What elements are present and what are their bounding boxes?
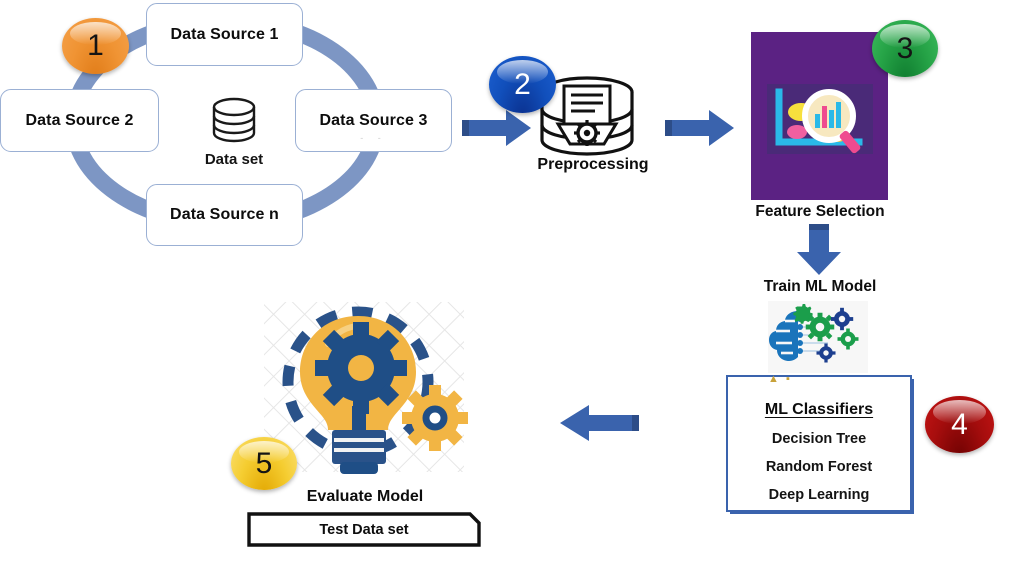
data-source-n-box[interactable]: Data Source n xyxy=(146,184,303,246)
data-source-2-box[interactable]: Data Source 2 xyxy=(0,89,159,152)
arrow-classifiers-to-evaluate xyxy=(558,402,640,444)
ml-classifier-item-deep-learning[interactable]: Deep Learning xyxy=(728,487,910,503)
step-4-badge: 4 xyxy=(925,396,994,453)
step-2-number: 2 xyxy=(514,67,531,101)
ml-classifier-item-random-forest[interactable]: Random Forest xyxy=(728,459,910,475)
feature-selection-card xyxy=(751,32,888,200)
step-3-badge: 3 xyxy=(872,20,938,77)
data-source-1-box[interactable]: Data Source 1 xyxy=(146,3,303,66)
step-1-number: 1 xyxy=(87,29,104,62)
arrow-preprocessing-to-feature-selection xyxy=(665,108,735,148)
ml-classifiers-artifact: ▲ ▪ xyxy=(768,373,792,385)
ml-classifier-item-decision-tree[interactable]: Decision Tree xyxy=(728,431,910,447)
data-source-3-box[interactable]: Data Source 3 - - xyxy=(295,89,452,152)
preprocessing-label: Preprocessing xyxy=(537,156,649,173)
ml-classifiers-title: ML Classifiers xyxy=(764,401,874,418)
chart-magnifier-icon xyxy=(767,84,873,159)
train-ml-model-label: Train ML Model xyxy=(763,278,877,295)
data-source-3-label: Data Source 3 xyxy=(319,111,428,129)
test-data-set-label: Test Data set xyxy=(319,521,409,538)
data-source-3-artifact: - - xyxy=(360,133,387,143)
dataset-group: Data set xyxy=(186,96,282,168)
step-2-badge: 2 xyxy=(489,56,556,113)
dataset-label: Data set xyxy=(204,151,264,168)
step-1-badge: 1 xyxy=(62,18,129,74)
evaluate-model-label: Evaluate Model xyxy=(306,488,424,505)
ml-classifiers-box[interactable]: ▲ ▪ ML Classifiers Decision Tree Random … xyxy=(726,373,912,512)
step-5-number: 5 xyxy=(255,446,273,480)
data-source-2-label: Data Source 2 xyxy=(25,111,134,129)
step-5-badge: 5 xyxy=(231,437,297,490)
test-data-set-box[interactable]: Test Data set xyxy=(246,511,482,548)
feature-selection-label: Feature Selection xyxy=(755,203,885,220)
brain-gears-icon xyxy=(768,301,868,373)
data-source-1-label: Data Source 1 xyxy=(170,25,279,43)
arrow-feature-selection-to-train xyxy=(795,224,843,276)
database-cylinder-icon xyxy=(206,97,262,148)
step-3-number: 3 xyxy=(896,31,914,65)
step-4-number: 4 xyxy=(951,407,968,441)
data-source-n-label: Data Source n xyxy=(170,206,279,223)
diagram-canvas: Data Source 1 Data Source 2 Data Source … xyxy=(0,0,1024,564)
arrow-sources-to-preprocessing xyxy=(462,108,532,148)
